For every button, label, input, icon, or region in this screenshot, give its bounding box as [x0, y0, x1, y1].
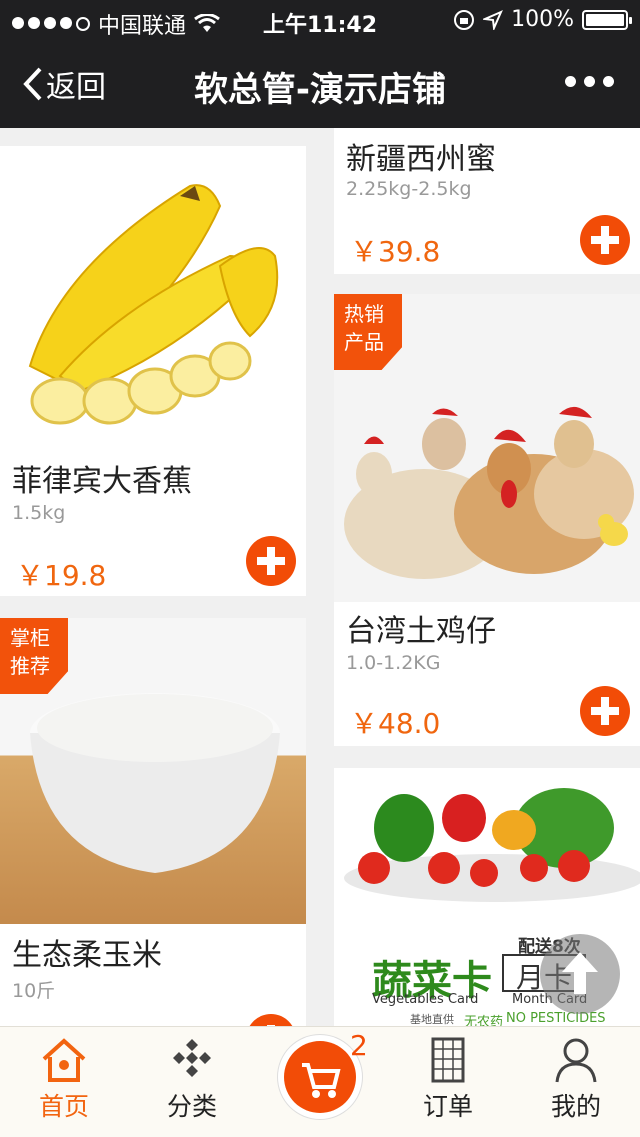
scroll-top-button[interactable] [540, 934, 620, 1014]
product-name: 菲律宾大香蕉 [12, 464, 192, 499]
battery-icon [582, 9, 632, 30]
product-grid: 新疆西州蜜 2.25kg-2.5kg ￥39.8 菲律宾大香蕉 1.5kg ￥1… [0, 128, 640, 1026]
product-card-chicken[interactable]: 热销 产品 台湾土鸡仔 1.0-1.2KG ￥48.0 [334, 294, 640, 746]
add-to-cart-button[interactable] [580, 215, 630, 265]
rotation-lock-icon [454, 9, 475, 30]
battery-percent: 100% [511, 7, 574, 32]
top-bar: 中国联通 上午11:42 100% 返回 软总管-演示店铺 [0, 0, 640, 128]
more-menu-icon[interactable] [565, 76, 614, 87]
veg-card-base: 基地直供 [410, 1013, 454, 1026]
cart-button[interactable] [284, 1041, 356, 1113]
product-spec: 10斤 [12, 980, 56, 1002]
tag-line: 热销 [344, 302, 384, 326]
cart-icon [302, 1063, 341, 1098]
product-card-melon[interactable]: 新疆西州蜜 2.25kg-2.5kg ￥39.8 [334, 128, 640, 274]
product-price: ￥19.8 [16, 559, 107, 592]
tag-line: 掌柜 [10, 626, 50, 650]
add-to-cart-button[interactable] [246, 1014, 296, 1026]
recommend-tag: 掌柜 推荐 [0, 618, 68, 694]
category-icon [173, 1039, 211, 1077]
product-price: ￥48.0 [350, 707, 441, 740]
home-icon [42, 1038, 86, 1082]
product-spec: 2.25kg-2.5kg [346, 178, 472, 200]
status-bar: 中国联通 上午11:42 100% [0, 0, 640, 40]
banana-image [0, 146, 306, 446]
product-name: 生态柔玉米 [12, 938, 162, 973]
tab-label: 我的 [550, 1092, 601, 1121]
tab-category[interactable]: 分类 [128, 1027, 256, 1137]
veg-card-no-pesticide: 无农药 [464, 1015, 504, 1026]
tab-mine[interactable]: 我的 [512, 1027, 640, 1137]
user-icon [555, 1038, 597, 1083]
add-to-cart-button[interactable] [580, 686, 630, 736]
nav-bar: 返回 软总管-演示店铺 [0, 40, 640, 128]
product-spec: 1.5kg [12, 502, 66, 524]
product-name: 台湾土鸡仔 [346, 614, 496, 649]
tab-home[interactable]: 首页 [0, 1027, 128, 1137]
orders-icon [431, 1037, 465, 1083]
arrow-up-icon [562, 952, 598, 994]
page-title: 软总管-演示店铺 [193, 70, 447, 110]
location-icon [483, 9, 504, 30]
tab-bar: 首页 分类 2 订单 我的 [0, 1026, 640, 1137]
tab-label: 分类 [166, 1092, 217, 1121]
product-price: ￥39.8 [350, 235, 441, 268]
veg-card-subtitle: Vegetables Card [372, 992, 479, 1007]
tab-label: 订单 [422, 1092, 473, 1121]
product-card-rice[interactable]: 掌柜 推荐 生态柔玉米 10斤 [0, 618, 306, 1026]
add-to-cart-button[interactable] [246, 536, 296, 586]
tag-line: 产品 [344, 330, 384, 354]
tab-orders[interactable]: 订单 [384, 1027, 512, 1137]
hot-sale-tag: 热销 产品 [334, 294, 402, 370]
product-name: 新疆西州蜜 [346, 142, 496, 177]
product-card-banana[interactable]: 菲律宾大香蕉 1.5kg ￥19.8 [0, 146, 306, 596]
tag-line: 推荐 [10, 654, 50, 678]
cart-count-badge: 2 [350, 1029, 368, 1062]
product-spec: 1.0-1.2KG [346, 652, 441, 674]
tab-label: 首页 [38, 1092, 89, 1121]
